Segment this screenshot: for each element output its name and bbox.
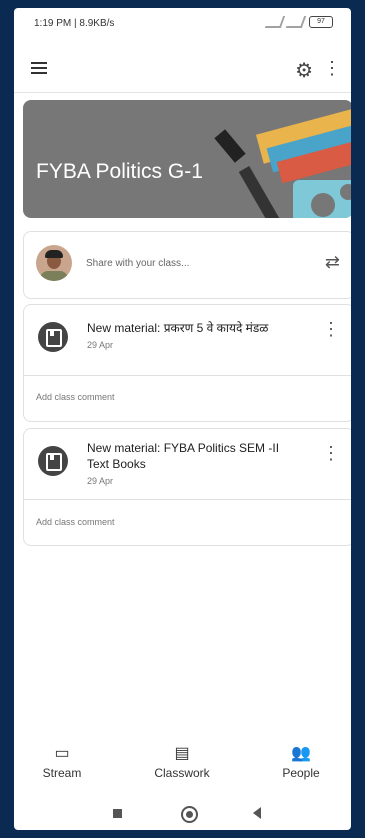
more-options-icon[interactable]: ⋮ xyxy=(323,59,341,77)
add-comment-input[interactable]: Add class comment xyxy=(36,392,115,402)
avatar xyxy=(36,245,72,281)
nav-stream-label: Stream xyxy=(42,766,82,780)
post-title: New material: प्रकरण 5 वे कायदे मंडळ xyxy=(87,321,269,335)
share-box[interactable]: Share with your class... ⇄ xyxy=(23,231,351,299)
status-bar: 1:19 PM | 8.9KB/s 97 xyxy=(14,8,351,38)
phone-screen: 1:19 PM | 8.9KB/s 97 ⚙ ⋮ FYBA Politics G… xyxy=(14,8,351,830)
more-options-icon[interactable]: ⋮ xyxy=(322,444,340,462)
add-comment-input[interactable]: Add class comment xyxy=(36,517,115,527)
nav-classwork[interactable]: ▤ Classwork xyxy=(142,743,222,780)
status-time: 1:19 PM | 8.9KB/s xyxy=(34,18,115,29)
battery-icon: 97 xyxy=(309,16,333,28)
stream-icon: ▭ xyxy=(54,745,70,762)
post-card[interactable]: New material: FYBA Politics SEM -II Text… xyxy=(23,428,351,546)
app-toolbar: ⚙ ⋮ xyxy=(14,48,351,88)
signal-icon xyxy=(285,16,307,28)
card-divider xyxy=(24,375,351,376)
menu-icon[interactable] xyxy=(31,62,47,74)
back-icon[interactable] xyxy=(253,807,261,819)
post-date: 29 Apr xyxy=(87,340,114,350)
home-icon[interactable] xyxy=(181,806,198,823)
nav-people-label: People xyxy=(282,766,320,780)
network-icon xyxy=(264,16,286,28)
classwork-icon: ▤ xyxy=(174,745,190,762)
class-title: FYBA Politics G-1 xyxy=(36,160,203,183)
class-banner: FYBA Politics G-1 xyxy=(23,100,351,218)
system-navigation xyxy=(14,803,351,829)
card-divider xyxy=(24,499,351,500)
gear-icon[interactable]: ⚙ xyxy=(295,58,313,83)
material-icon xyxy=(38,322,68,352)
nav-classwork-label: Classwork xyxy=(154,766,210,780)
toolbar-divider xyxy=(14,92,351,93)
nav-stream[interactable]: ▭ Stream xyxy=(22,743,102,780)
post-card[interactable]: New material: प्रकरण 5 वे कायदे मंडळ 29 … xyxy=(23,304,351,422)
bottom-navigation: ▭ Stream ▤ Classwork 👥 People xyxy=(14,743,351,793)
recent-apps-icon[interactable] xyxy=(113,809,122,818)
status-icons: 97 xyxy=(264,16,333,28)
material-icon xyxy=(38,446,68,476)
repost-icon[interactable]: ⇄ xyxy=(325,252,340,273)
nav-people[interactable]: 👥 People xyxy=(261,743,341,780)
people-icon: 👥 xyxy=(291,745,311,762)
banner-illustration xyxy=(214,106,351,218)
post-date: 29 Apr xyxy=(87,476,114,486)
post-title: New material: FYBA Politics SEM -II Text… xyxy=(87,441,280,471)
more-options-icon[interactable]: ⋮ xyxy=(322,320,340,338)
share-input[interactable]: Share with your class... xyxy=(86,258,189,269)
